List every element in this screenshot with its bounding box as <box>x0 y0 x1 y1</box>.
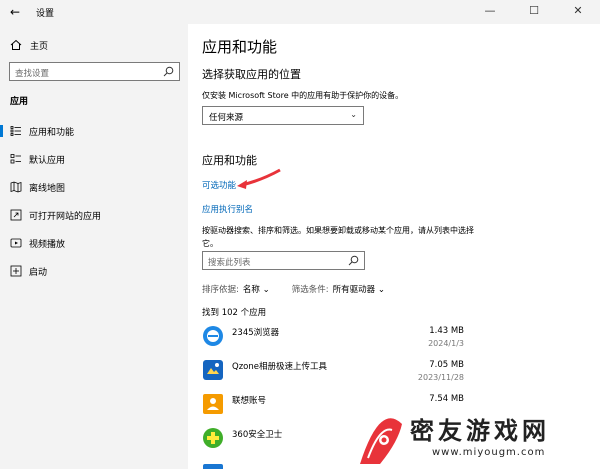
app-size: 1.43 MB <box>429 326 464 336</box>
sidebar-item-label: 可打开网站的应用 <box>29 211 102 222</box>
browser-2345-icon <box>203 326 223 346</box>
app-name: 联想账号 <box>232 396 267 406</box>
sidebar-item-video[interactable]: 视频播放 <box>0 232 188 254</box>
lenovo-account-icon <box>203 394 223 414</box>
chevron-down-icon: ⌄ <box>350 110 357 119</box>
sort-dropdown[interactable]: 名称 ⌄ <box>243 283 270 295</box>
sidebar-item-default-apps[interactable]: 默认应用 <box>0 148 188 170</box>
map-icon <box>10 181 22 193</box>
annotation-arrow-icon <box>237 168 281 189</box>
active-indicator <box>0 125 3 137</box>
open-site-icon <box>10 209 22 221</box>
sidebar-item-label: 启动 <box>29 267 48 278</box>
watermark-url: www.miyougm.com <box>432 447 546 458</box>
maximize-icon[interactable]: ☐ <box>512 0 556 24</box>
close-icon[interactable]: ✕ <box>556 0 600 24</box>
sort-label: 排序依据: <box>202 285 239 295</box>
360-safe-icon <box>203 428 223 448</box>
app-execution-alias-link[interactable]: 应用执行别名 <box>202 203 253 215</box>
settings-search-input[interactable]: 查找设置 <box>9 62 180 81</box>
home-nav[interactable]: 主页 <box>10 37 48 53</box>
back-arrow-icon[interactable]: ← <box>6 3 24 21</box>
app-icon <box>203 464 223 469</box>
chevron-down-icon: ⌄ <box>262 285 270 295</box>
sidebar-item-label: 默认应用 <box>29 155 66 166</box>
app-date: 2023/11/28 <box>417 373 464 382</box>
page-title: 应用和功能 <box>202 38 278 56</box>
optional-features-link[interactable]: 可选功能 <box>202 179 236 191</box>
sidebar-item-label: 视频播放 <box>29 239 66 250</box>
filter-dropdown[interactable]: 所有驱动器 ⌄ <box>333 283 385 295</box>
sidebar-item-open-sites[interactable]: 可打开网站的应用 <box>0 204 188 226</box>
default-apps-icon <box>10 154 21 164</box>
watermark-text: 密友游戏网 <box>410 417 550 445</box>
sidebar-item-apps-features[interactable]: 应用和功能 <box>0 120 188 142</box>
choose-location-description: 仅安装 Microsoft Store 中的应用有助于保护你的设备。 <box>202 91 404 100</box>
choose-location-heading: 选择获取应用的位置 <box>202 68 301 81</box>
apps-features-heading: 应用和功能 <box>202 154 257 167</box>
filter-label: 筛选条件: <box>291 285 329 295</box>
sidebar-item-label: 应用和功能 <box>29 127 75 138</box>
sidebar-item-startup[interactable]: 启动 <box>0 260 188 282</box>
app-list-search-input[interactable]: 搜索此列表 <box>202 251 365 270</box>
title-bar: ← 设置 — ☐ ✕ <box>0 0 600 24</box>
app-name: 2345浏览器 <box>232 328 280 338</box>
search-icon <box>348 255 359 266</box>
app-size: 7.05 MB <box>429 360 464 370</box>
search-placeholder: 查找设置 <box>15 69 50 79</box>
section-title-apps: 应用 <box>10 97 29 107</box>
sort-filter-row: 排序依据: 名称 ⌄ 筛选条件: 所有驱动器 ⌄ <box>202 283 385 295</box>
list-icon <box>10 126 21 136</box>
app-date: 2024/1/3 <box>428 339 464 348</box>
sidebar: 主页 查找设置 应用 应用和功能 默认应用 离线地图 可打开网站的应用 视频播放… <box>0 24 188 469</box>
sidebar-item-offline-maps[interactable]: 离线地图 <box>0 176 188 198</box>
window-title: 设置 <box>36 9 55 19</box>
app-count: 找到 102 个应用 <box>202 308 267 318</box>
search-description: 按驱动器搜索、排序和筛选。如果想要卸载或移动某个应用，请从列表中选择它。 <box>202 226 474 248</box>
sort-value: 名称 <box>242 285 260 295</box>
sidebar-item-label: 离线地图 <box>29 183 66 194</box>
app-source-dropdown[interactable]: 任何来源 ⌄ <box>202 106 364 125</box>
app-name: 360安全卫士 <box>232 430 283 440</box>
minimize-icon[interactable]: — <box>468 0 512 24</box>
home-label: 主页 <box>30 41 49 52</box>
qzone-upload-icon <box>203 360 223 380</box>
app-list-item[interactable]: Qzone相册极速上传工具 7.05 MB 2023/11/28 <box>202 358 464 386</box>
startup-icon <box>10 265 22 277</box>
video-icon <box>10 238 22 248</box>
home-icon <box>10 39 22 50</box>
search-placeholder: 搜索此列表 <box>208 258 251 268</box>
app-list-item[interactable]: 2345浏览器 1.43 MB 2024/1/3 <box>202 324 464 352</box>
filter-value: 所有驱动器 <box>332 285 376 295</box>
search-icon <box>163 66 174 77</box>
chevron-down-icon: ⌄ <box>377 285 385 295</box>
app-source-value: 任何来源 <box>209 113 244 123</box>
app-name: Qzone相册极速上传工具 <box>232 362 327 372</box>
